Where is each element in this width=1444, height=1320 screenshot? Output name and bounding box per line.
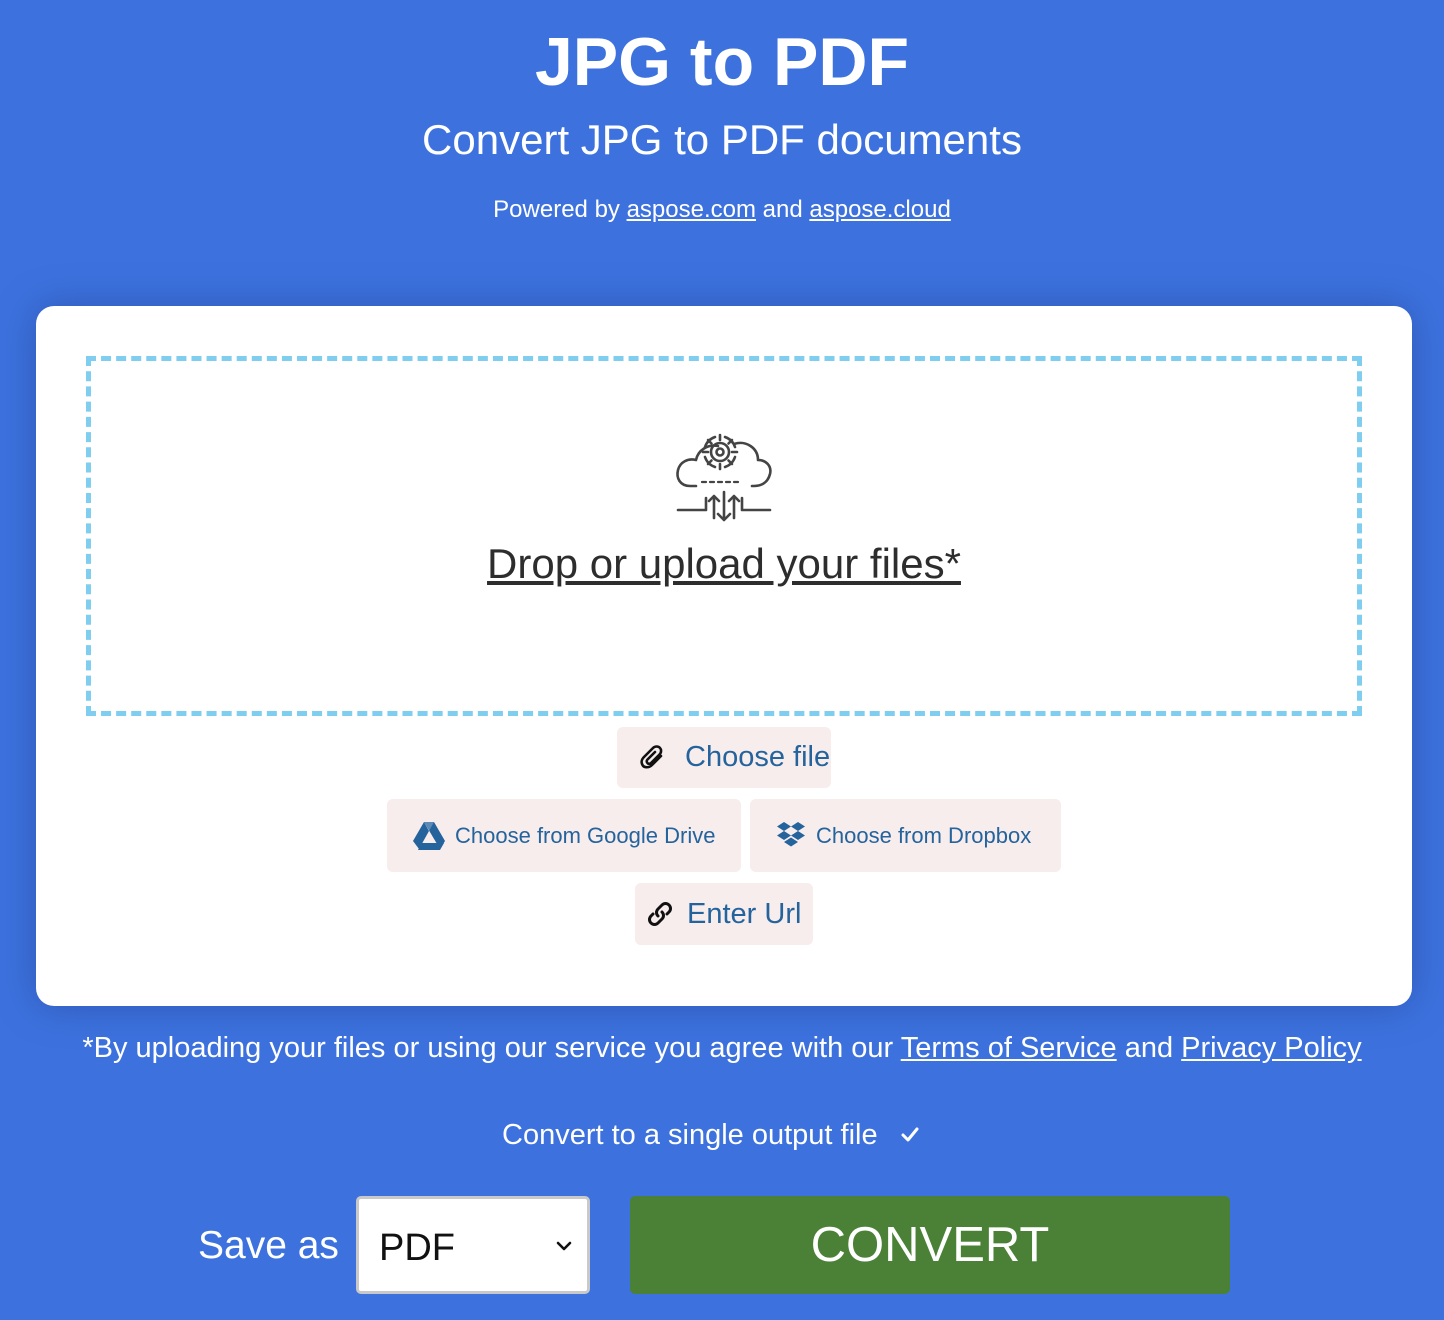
dropbox-button[interactable]: Choose from Dropbox <box>750 799 1061 872</box>
chevron-down-icon <box>556 1241 572 1251</box>
checkmark-icon <box>901 1127 919 1142</box>
google-drive-label: Choose from Google Drive <box>455 822 716 848</box>
link-icon <box>648 902 672 926</box>
single-output-checkbox[interactable] <box>897 1123 922 1147</box>
save-as-select[interactable]: PDF <box>356 1196 590 1294</box>
drop-upload-link[interactable]: Drop or upload your files* <box>36 536 1412 592</box>
privacy-policy-link[interactable]: Privacy Policy <box>1181 1032 1362 1064</box>
powered-by: Powered by aspose.com and aspose.cloud <box>0 195 1444 225</box>
powered-by-and: and <box>755 196 810 223</box>
terms-of-service-link[interactable]: Terms of Service <box>901 1032 1117 1064</box>
google-drive-icon <box>413 821 445 850</box>
page: JPG to PDF Convert JPG to PDF documents … <box>0 0 1444 1320</box>
dropbox-icon <box>777 821 805 846</box>
google-drive-button[interactable]: Choose from Google Drive <box>387 799 741 872</box>
terms-notice: *By uploading your files or using our se… <box>0 1030 1444 1066</box>
single-output-option: Convert to a single output file <box>502 1117 922 1153</box>
enter-url-label: Enter Url <box>687 897 802 930</box>
aspose-cloud-link[interactable]: aspose.cloud <box>809 196 950 223</box>
page-subtitle: Convert JPG to PDF documents <box>422 116 1022 163</box>
convert-button[interactable]: CONVERT <box>630 1196 1230 1294</box>
single-output-label: Convert to a single output file <box>502 1118 878 1151</box>
aspose-com-link[interactable]: aspose.com <box>627 196 756 223</box>
enter-url-button[interactable]: Enter Url <box>635 883 813 945</box>
dropbox-label: Choose from Dropbox <box>816 822 1032 848</box>
upload-card: Drop or upload your files* Choose file C… <box>36 306 1412 1006</box>
choose-file-label: Choose file <box>685 741 831 773</box>
powered-by-prefix: Powered by <box>493 196 627 223</box>
terms-and: and <box>1116 1032 1182 1064</box>
choose-file-button[interactable]: Choose file <box>617 727 831 788</box>
page-title: JPG to PDF <box>534 24 910 100</box>
terms-prefix: *By uploading your files or using our se… <box>82 1032 901 1064</box>
paperclip-icon <box>640 744 663 769</box>
save-as-label: Save as <box>198 1224 339 1267</box>
cloud-gear-upload-icon[interactable] <box>672 428 776 524</box>
save-as-value: PDF <box>379 1227 455 1269</box>
